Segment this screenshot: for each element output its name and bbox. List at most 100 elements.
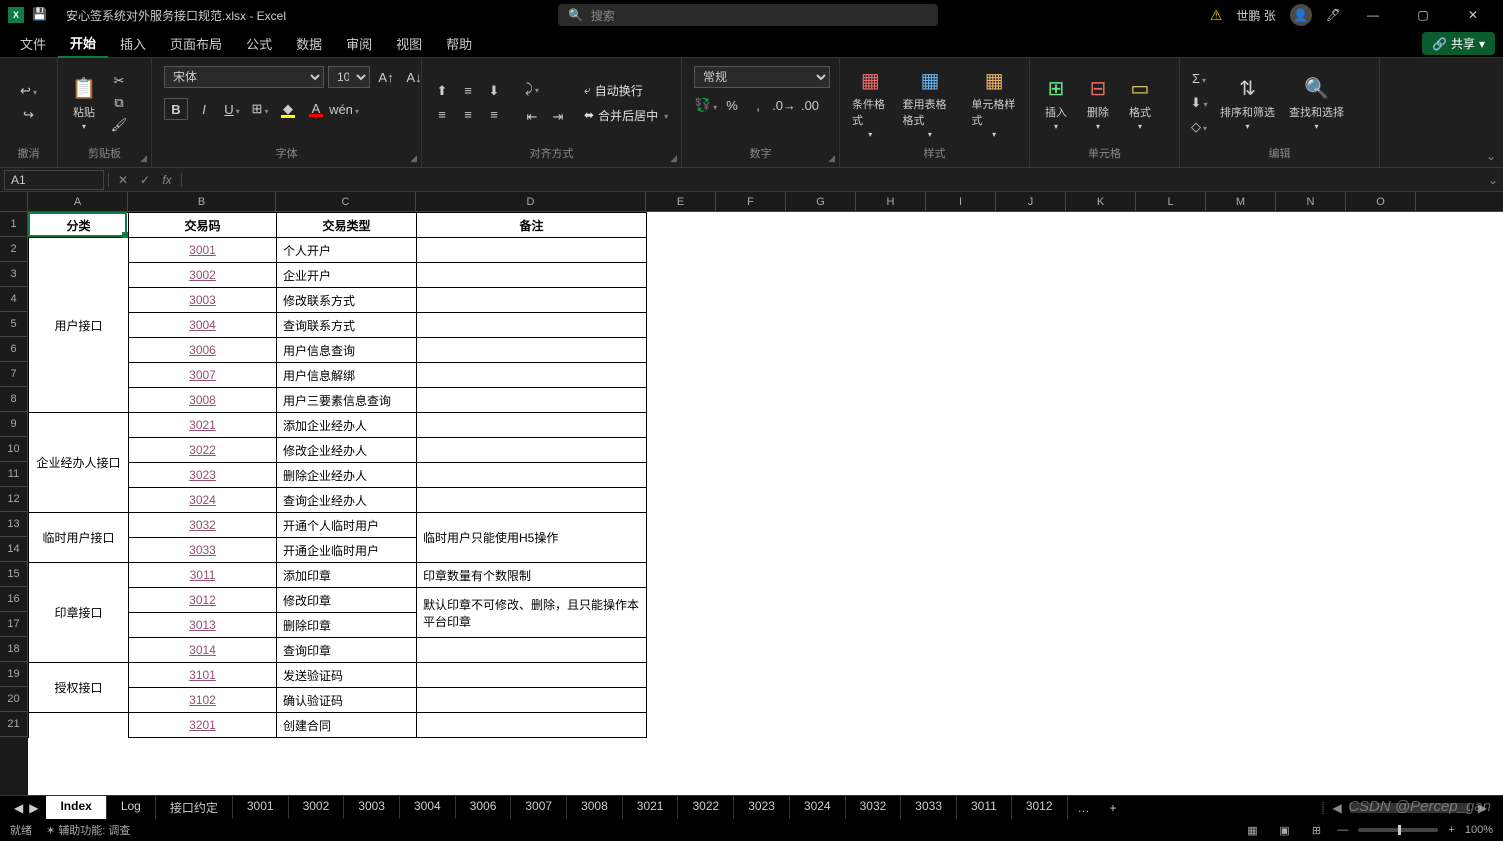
scroll-right-button[interactable]: ▶ [1478,801,1487,815]
code-cell[interactable]: 3013 [129,613,277,638]
clear-button[interactable]: ◇ [1188,118,1210,136]
code-cell[interactable]: 3101 [129,663,277,688]
type-cell[interactable]: 创建合同 [277,713,417,738]
increase-indent-button[interactable]: ⇥ [546,106,570,128]
merge-center-button[interactable]: ⬌合并后居中 [584,107,668,124]
save-icon[interactable]: 💾 [32,7,48,23]
menu-tab[interactable]: 帮助 [434,30,484,57]
formula-input[interactable] [182,170,1483,190]
mic-icon[interactable]: 🖊 [1326,8,1341,22]
type-cell[interactable]: 删除印章 [277,613,417,638]
decrease-decimal-button[interactable]: .00 [798,94,822,116]
row-header[interactable]: 9 [0,412,28,437]
column-header[interactable]: E [646,192,716,211]
type-cell[interactable]: 查询联系方式 [277,313,417,338]
cell-style-button[interactable]: ▦单元格样式▾ [967,62,1021,143]
align-left-button[interactable]: ≡ [430,104,454,126]
sheet-tab[interactable]: 3022 [678,796,734,819]
sheet-tab[interactable]: 3008 [567,796,623,819]
type-cell[interactable]: 修改企业经办人 [277,438,417,463]
dialog-launcher[interactable]: ◢ [410,153,417,164]
align-top-button[interactable]: ⬆ [430,80,454,102]
code-link[interactable]: 3021 [189,418,216,432]
code-link[interactable]: 3102 [189,693,216,707]
percent-button[interactable]: % [720,94,744,116]
code-link[interactable]: 3022 [189,443,216,457]
dialog-launcher[interactable]: ◢ [140,153,147,164]
code-link[interactable]: 3033 [189,543,216,557]
share-button[interactable]: 🔗 共享 ▾ [1422,32,1495,55]
number-format-select[interactable]: 常规 [694,66,830,88]
increase-decimal-button[interactable]: .0→ [772,94,796,116]
menu-tab[interactable]: 视图 [384,30,434,57]
code-cell[interactable]: 3024 [129,488,277,513]
sheet-tab[interactable]: 3002 [289,796,345,819]
format-painter-icon[interactable]: 🖌 [108,116,130,134]
code-link[interactable]: 3004 [189,318,216,332]
code-cell[interactable]: 3201 [129,713,277,738]
code-cell[interactable]: 3003 [129,288,277,313]
column-header[interactable]: L [1136,192,1206,211]
code-link[interactable]: 3007 [189,368,216,382]
note-cell[interactable] [417,438,647,463]
category-cell[interactable]: 授权接口 [29,663,129,713]
code-link[interactable]: 3006 [189,343,216,357]
align-bottom-button[interactable]: ⬇ [482,80,506,102]
column-header[interactable]: A [28,192,128,211]
zoom-level[interactable]: 100% [1465,824,1493,836]
row-header[interactable]: 12 [0,487,28,512]
table-row[interactable]: 3201创建合同 [29,713,647,738]
type-cell[interactable]: 修改联系方式 [277,288,417,313]
row-header[interactable]: 2 [0,237,28,262]
align-center-button[interactable]: ≡ [456,104,480,126]
paste-button[interactable]: 📋 粘贴 ▾ [66,70,102,135]
row-header[interactable]: 3 [0,262,28,287]
font-name-select[interactable]: 宋体 [164,66,324,88]
column-header[interactable]: K [1066,192,1136,211]
new-sheet-button[interactable]: + [1100,798,1127,818]
table-row[interactable]: 用户接口3001个人开户 [29,238,647,263]
code-link[interactable]: 3023 [189,468,216,482]
type-cell[interactable]: 删除企业经办人 [277,463,417,488]
menu-tab[interactable]: 开始 [58,29,108,58]
code-link[interactable]: 3012 [189,593,216,607]
menu-tab[interactable]: 插入 [108,30,158,57]
note-cell[interactable] [417,313,647,338]
note-cell[interactable] [417,413,647,438]
row-header[interactable]: 15 [0,562,28,587]
zoom-slider[interactable] [1358,828,1438,832]
row-header[interactable]: 4 [0,287,28,312]
sheet-prev-button[interactable]: ◀ [14,801,23,815]
code-cell[interactable]: 3032 [129,513,277,538]
code-cell[interactable]: 3001 [129,238,277,263]
find-select-button[interactable]: 🔍查找和选择▾ [1285,70,1348,135]
menu-tab[interactable]: 数据 [284,30,334,57]
code-link[interactable]: 3001 [189,243,216,257]
note-cell[interactable] [417,638,647,663]
code-cell[interactable]: 3011 [129,563,277,588]
cut-icon[interactable]: ✂ [108,72,130,90]
table-row[interactable]: 印章接口3011添加印章印章数量有个数限制 [29,563,647,588]
type-cell[interactable]: 添加企业经办人 [277,413,417,438]
conditional-format-button[interactable]: ▦条件格式▾ [848,62,893,143]
undo-button[interactable]: ↩ [18,82,40,100]
category-cell[interactable]: 临时用户接口 [29,513,129,563]
note-cell[interactable] [417,688,647,713]
row-header[interactable]: 18 [0,637,28,662]
table-row[interactable]: 企业经办人接口3021添加企业经办人 [29,413,647,438]
code-cell[interactable]: 3023 [129,463,277,488]
code-cell[interactable]: 3033 [129,538,277,563]
border-button[interactable]: ⊞ [248,98,272,120]
column-header[interactable]: J [996,192,1066,211]
note-cell[interactable] [417,338,647,363]
row-header[interactable]: 13 [0,512,28,537]
user-avatar[interactable]: 👤 [1290,4,1312,26]
note-cell[interactable] [417,388,647,413]
row-header[interactable]: 1 [0,212,28,237]
table-row[interactable]: 授权接口3101发送验证码 [29,663,647,688]
sheet-tab[interactable]: 3003 [344,796,400,819]
normal-view-button[interactable]: ▦ [1241,822,1263,838]
menu-tab[interactable]: 页面布局 [158,30,234,57]
sheet-tab[interactable]: 3004 [400,796,456,819]
category-cell[interactable] [29,713,129,738]
